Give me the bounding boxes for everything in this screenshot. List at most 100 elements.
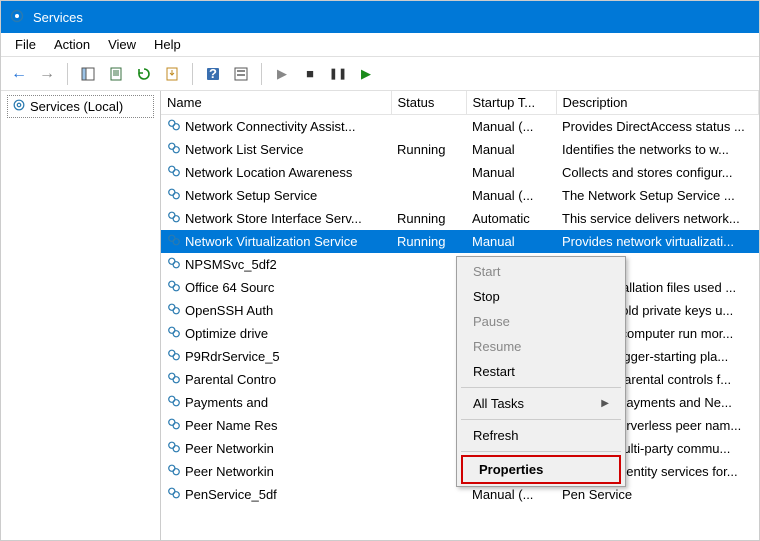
gear-icon: [167, 141, 181, 158]
service-row[interactable]: Network List ServiceRunningManualIdentif…: [161, 138, 759, 161]
service-status: [391, 161, 466, 184]
start-service-button[interactable]: ▶: [270, 62, 294, 86]
gear-icon: [167, 302, 181, 319]
service-startup: Automatic: [466, 207, 556, 230]
service-row[interactable]: Network Virtualization Service RunningMan…: [161, 230, 759, 253]
service-name: Network Setup Service: [185, 188, 317, 203]
ctx-refresh[interactable]: Refresh: [457, 423, 625, 448]
service-row[interactable]: Network Setup Service Manual (...The Netw…: [161, 184, 759, 207]
service-status: [391, 368, 466, 391]
service-row[interactable]: Network Connectivity Assist... Manual (..…: [161, 115, 759, 139]
service-name: P9RdrService_5: [185, 349, 280, 364]
service-name: Network Virtualization Service: [185, 234, 357, 249]
properties-button[interactable]: [229, 62, 253, 86]
service-status: Running: [391, 230, 466, 253]
column-startup[interactable]: Startup T...: [466, 91, 556, 115]
ctx-separator: [461, 419, 621, 420]
toolbar: ← → ? ▶ ■ ❚❚ ▶: [1, 57, 759, 91]
menu-action[interactable]: Action: [46, 35, 98, 54]
ctx-separator: [461, 387, 621, 388]
service-startup: Manual: [466, 230, 556, 253]
toolbar-separator: [261, 63, 262, 85]
service-status: [391, 345, 466, 368]
service-description: Collects and stores configur...: [556, 161, 759, 184]
menu-view[interactable]: View: [100, 35, 144, 54]
service-status: [391, 115, 466, 139]
menu-help[interactable]: Help: [146, 35, 189, 54]
ctx-separator: [461, 451, 621, 452]
ctx-restart[interactable]: Restart: [457, 359, 625, 384]
window-title: Services: [33, 10, 83, 25]
column-header-row: Name Status Startup T... Description: [161, 91, 759, 115]
gear-icon: [167, 187, 181, 204]
toolbar-separator: [192, 63, 193, 85]
tree-item-label: Services (Local): [30, 99, 123, 114]
service-name: Peer Name Res: [185, 418, 277, 433]
service-name: Peer Networkin: [185, 464, 274, 479]
service-status: [391, 437, 466, 460]
service-name: Network Connectivity Assist...: [185, 119, 356, 134]
svg-text:?: ?: [209, 66, 217, 81]
stop-service-button[interactable]: ■: [298, 62, 322, 86]
service-description: Provides DirectAccess status ...: [556, 115, 759, 139]
pause-service-button[interactable]: ❚❚: [326, 62, 350, 86]
service-description: The Network Setup Service ...: [556, 184, 759, 207]
forward-button[interactable]: →: [35, 62, 59, 86]
back-button[interactable]: ←: [7, 62, 31, 86]
service-startup: Manual (...: [466, 184, 556, 207]
chevron-right-icon: ▶: [601, 398, 609, 409]
service-name: Office 64 Sourc: [185, 280, 274, 295]
service-status: [391, 391, 466, 414]
column-name[interactable]: Name: [161, 91, 391, 115]
service-status: [391, 322, 466, 345]
service-startup: Manual (...: [466, 115, 556, 139]
ctx-pause[interactable]: Pause: [457, 309, 625, 334]
show-hide-tree-button[interactable]: [76, 62, 100, 86]
gear-icon: [167, 279, 181, 296]
service-description: This service delivers network...: [556, 207, 759, 230]
ctx-properties[interactable]: Properties: [463, 457, 619, 482]
title-bar: Services: [1, 1, 759, 33]
services-list: Name Status Startup T... Description Net…: [161, 91, 759, 540]
service-description: Provides network virtualizati...: [556, 230, 759, 253]
service-status: [391, 184, 466, 207]
menu-file[interactable]: File: [7, 35, 44, 54]
service-name: Payments and: [185, 395, 268, 410]
service-name: Parental Contro: [185, 372, 276, 387]
service-name: Peer Networkin: [185, 441, 274, 456]
highlight-annotation: Properties: [461, 455, 621, 484]
gear-icon: [167, 164, 181, 181]
service-row[interactable]: Network Location AwarenessManualCollects…: [161, 161, 759, 184]
gear-icon: [167, 256, 181, 273]
tree-root-item[interactable]: Services (Local): [7, 95, 154, 118]
ctx-start[interactable]: Start: [457, 259, 625, 284]
ctx-stop[interactable]: Stop: [457, 284, 625, 309]
column-description[interactable]: Description: [556, 91, 759, 115]
ctx-all-tasks[interactable]: All Tasks▶: [457, 391, 625, 416]
refresh-button[interactable]: [132, 62, 156, 86]
gear-icon: [167, 417, 181, 434]
restart-service-button[interactable]: ▶: [354, 62, 378, 86]
service-startup: Manual: [466, 161, 556, 184]
service-status: [391, 253, 466, 276]
service-name: NPSMSvc_5df2: [185, 257, 277, 272]
tree-pane: Services (Local): [1, 91, 161, 540]
gear-icon: [167, 463, 181, 480]
column-status[interactable]: Status: [391, 91, 466, 115]
gear-icon: [167, 371, 181, 388]
gear-icon: [12, 98, 26, 115]
gear-icon: [167, 394, 181, 411]
service-name: Optimize drive: [185, 326, 268, 341]
gear-icon: [167, 233, 181, 250]
export-list-button[interactable]: [160, 62, 184, 86]
ctx-resume[interactable]: Resume: [457, 334, 625, 359]
service-status: Running: [391, 207, 466, 230]
service-description: Identifies the networks to w...: [556, 138, 759, 161]
gear-icon: [167, 118, 181, 135]
gear-icon: [167, 210, 181, 227]
service-status: [391, 460, 466, 483]
export-button[interactable]: [104, 62, 128, 86]
service-row[interactable]: Network Store Interface Serv...RunningAu…: [161, 207, 759, 230]
service-startup: Manual: [466, 138, 556, 161]
help-button[interactable]: ?: [201, 62, 225, 86]
